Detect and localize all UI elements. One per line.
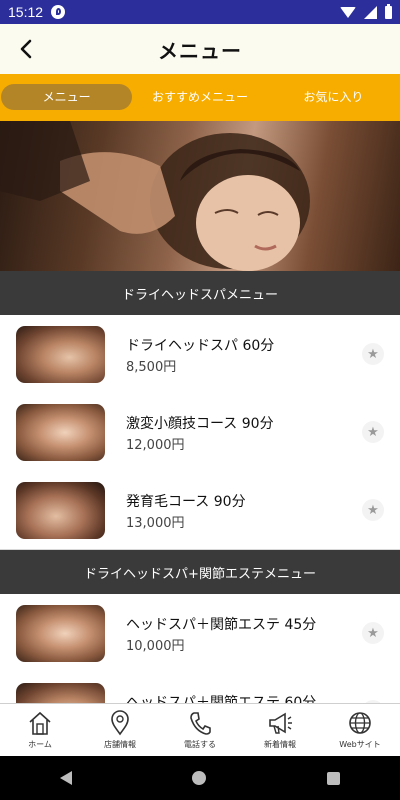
wifi-icon xyxy=(340,6,356,18)
menu-item-price: 8,500円 xyxy=(126,360,177,375)
home-icon xyxy=(26,710,54,736)
favorite-star-button[interactable]: ★ xyxy=(362,622,384,644)
page-title: メニュー xyxy=(158,38,242,63)
star-icon: ★ xyxy=(367,502,379,518)
menu-item-name: 発育毛コース 90分 xyxy=(126,494,246,510)
tab-label: メニュー xyxy=(42,90,91,104)
hero-image xyxy=(0,121,400,271)
menu-item-name: ドライヘッドスパ 60分 xyxy=(126,338,275,354)
menu-item-image xyxy=(16,404,105,461)
nav-label: 電話する xyxy=(184,740,216,749)
system-home-icon[interactable] xyxy=(192,771,207,785)
tab-recommended[interactable]: おすすめメニュー xyxy=(133,74,266,121)
nav-label: ホーム xyxy=(28,740,52,749)
chevron-left-icon xyxy=(20,39,32,59)
nav-label: 新着情報 xyxy=(264,740,296,749)
menu-item-image xyxy=(16,326,105,383)
notification-app-icon xyxy=(51,5,66,19)
nav-home[interactable]: ホーム xyxy=(0,704,80,757)
status-time: 15:12 xyxy=(8,4,44,20)
status-bar: 15:12 xyxy=(0,0,400,24)
nav-label: Webサイト xyxy=(339,740,381,749)
nav-store-info[interactable]: 店舗情報 xyxy=(80,704,160,757)
favorite-star-button[interactable]: ★ xyxy=(362,343,384,365)
bottom-nav: ホーム 店舗情報 電話する 新着情報 Webサイト xyxy=(0,703,400,757)
tab-label: おすすめメニュー xyxy=(151,90,248,104)
nav-label: 店舗情報 xyxy=(104,740,136,749)
menu-item-name: 激変小顔技コース 90分 xyxy=(126,416,274,432)
megaphone-icon xyxy=(266,710,294,736)
signal-icon xyxy=(364,5,377,19)
location-pin-icon xyxy=(106,710,134,736)
section-header: ドライヘッドスパメニュー xyxy=(0,271,400,315)
menu-item-price: 12,000円 xyxy=(126,438,185,453)
menu-item[interactable]: 激変小顔技コース 90分 12,000円 ★ xyxy=(0,393,400,472)
tab-bar: メニュー おすすめメニュー お気に入り xyxy=(0,74,400,121)
back-button[interactable] xyxy=(14,36,40,62)
system-nav-bar xyxy=(0,756,400,800)
phone-icon xyxy=(186,710,214,736)
nav-call[interactable]: 電話する xyxy=(160,704,240,757)
star-icon: ★ xyxy=(367,424,379,440)
section-header: ドライヘッドスパ+関節エステメニュー xyxy=(0,550,400,594)
menu-item-price: 13,000円 xyxy=(126,516,185,531)
favorite-star-button[interactable]: ★ xyxy=(362,499,384,521)
menu-item[interactable]: 発育毛コース 90分 13,000円 ★ xyxy=(0,471,400,550)
system-recents-icon[interactable] xyxy=(326,771,340,785)
menu-item-image xyxy=(16,605,105,662)
battery-icon xyxy=(385,3,392,19)
system-back-icon[interactable] xyxy=(60,771,73,785)
star-icon: ★ xyxy=(367,625,379,641)
menu-item[interactable]: ヘッドスパ＋関節エステ 45分 10,000円 ★ xyxy=(0,594,400,673)
menu-item-name: ヘッドスパ＋関節エステ 45分 xyxy=(126,617,317,633)
app-header: メニュー xyxy=(0,24,400,74)
nav-news[interactable]: 新着情報 xyxy=(240,704,320,757)
menu-item-price: 10,000円 xyxy=(126,639,185,654)
menu-item[interactable]: ドライヘッドスパ 60分 8,500円 ★ xyxy=(0,315,400,394)
globe-icon xyxy=(346,710,374,736)
nav-website[interactable]: Webサイト xyxy=(320,704,400,757)
star-icon: ★ xyxy=(367,346,379,362)
tab-label: お気に入り xyxy=(303,90,364,104)
tab-menu[interactable]: メニュー xyxy=(0,74,133,121)
tab-favorites[interactable]: お気に入り xyxy=(267,74,400,121)
favorite-star-button[interactable]: ★ xyxy=(362,421,384,443)
menu-item-image xyxy=(16,482,105,539)
